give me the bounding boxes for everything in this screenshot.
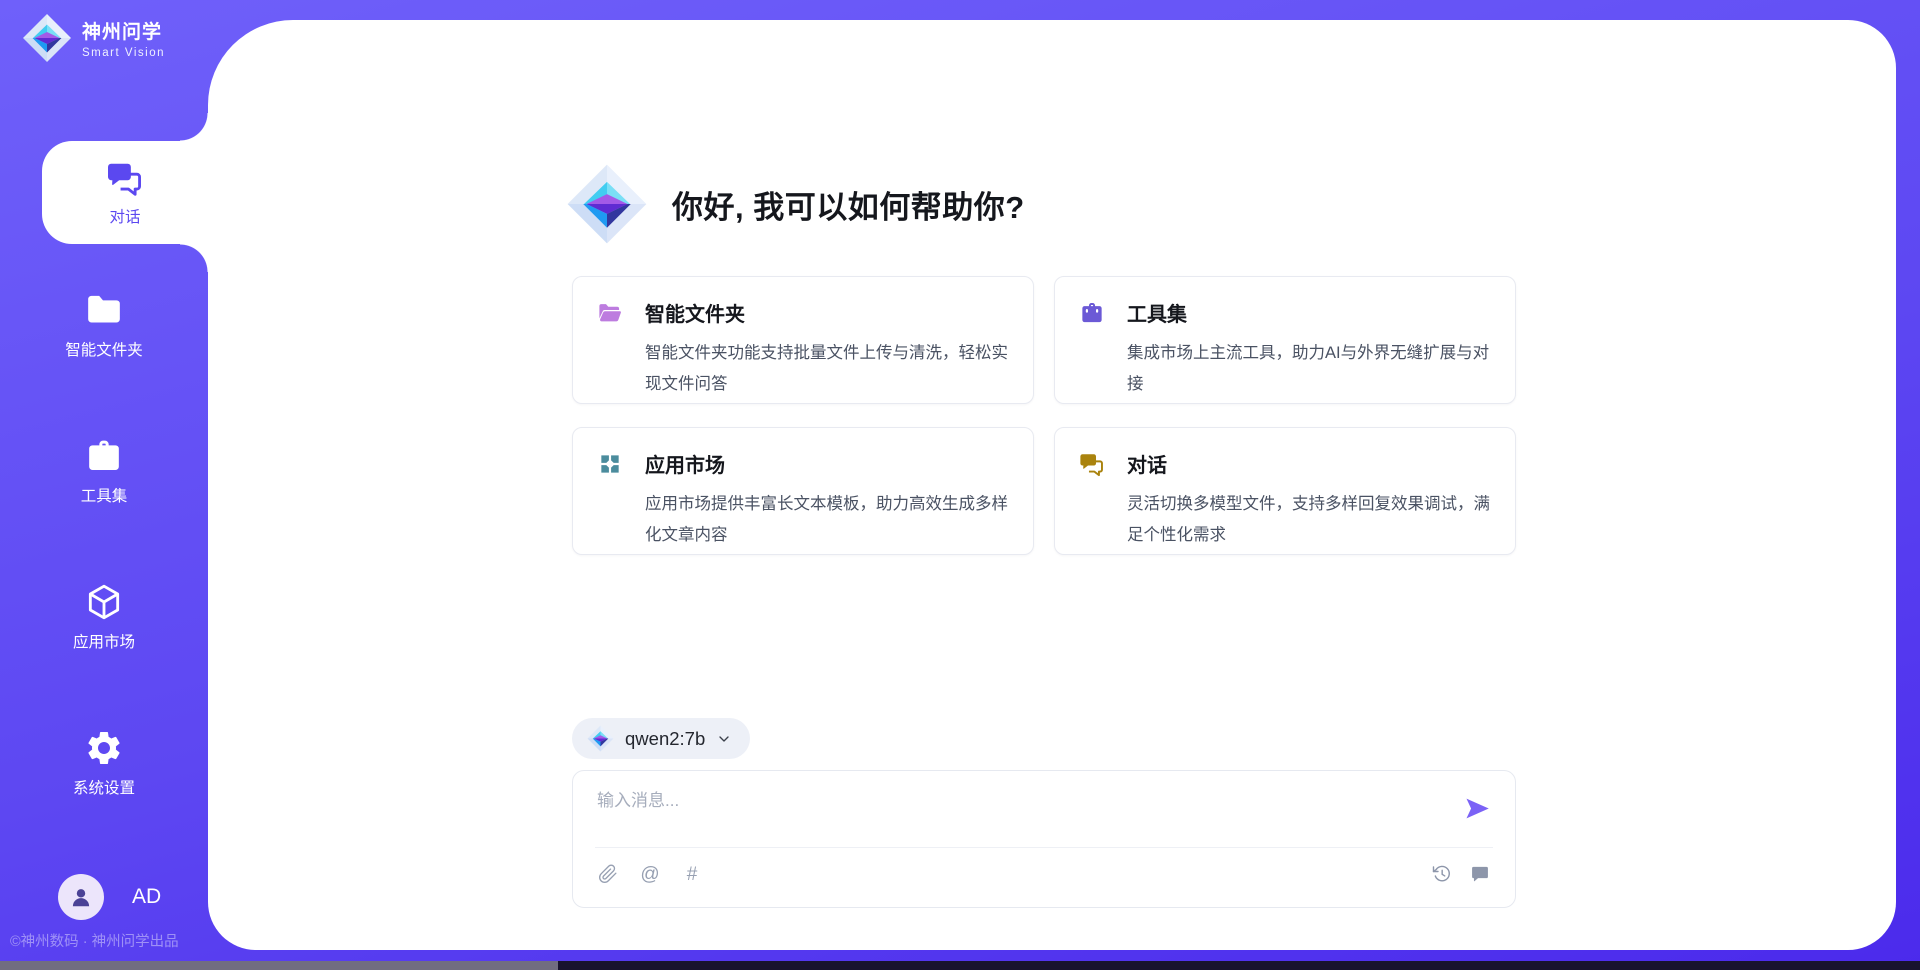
app-logo: 神州问学 Smart Vision [22, 13, 165, 63]
composer-tools-right [1431, 863, 1491, 885]
folder-open-icon [597, 300, 623, 326]
sidebar-item-label: 工具集 [81, 484, 128, 506]
sidebar-item-app-market[interactable]: 应用市场 [0, 582, 208, 652]
topic-button[interactable]: # [681, 863, 703, 885]
scrollbar-thumb[interactable] [0, 961, 558, 970]
main-panel: 你好, 我可以如何帮助你? 智能文件夹 智能文件夹功能支持批量文件上传与清洗，轻… [208, 20, 1896, 950]
sidebar-item-label: 系统设置 [73, 776, 135, 798]
briefcase-icon [84, 436, 124, 476]
horizontal-scrollbar[interactable] [0, 961, 1920, 970]
history-button[interactable] [1431, 863, 1453, 885]
card-title: 工具集 [1127, 298, 1187, 327]
person-icon [68, 884, 94, 910]
sidebar-item-chat[interactable]: 对话 [42, 141, 208, 244]
paperclip-icon [598, 864, 618, 884]
chat-bubble-icon [1470, 864, 1490, 884]
mention-button[interactable]: @ [639, 863, 661, 885]
card-description: 智能文件夹功能支持批量文件上传与清洗，轻松实现文件问答 [645, 338, 1009, 399]
sidebar-item-toolset[interactable]: 工具集 [0, 436, 208, 506]
card-chat[interactable]: 对话 灵活切换多模型文件，支持多样回复效果调试，满足个性化需求 [1054, 427, 1516, 555]
chat-bubbles-icon [106, 159, 144, 197]
gear-icon [84, 728, 124, 768]
message-input[interactable] [597, 785, 1397, 817]
assistant-diamond-icon [566, 163, 648, 245]
app-name: 神州问学 [82, 17, 165, 44]
card-title: 应用市场 [645, 449, 725, 478]
avatar [58, 874, 104, 920]
copyright-text: ©神州数码 · 神州问学出品 [10, 930, 179, 951]
card-toolset[interactable]: 工具集 集成市场上主流工具，助力AI与外界无缝扩展与对接 [1054, 276, 1516, 404]
cube-icon [84, 582, 124, 622]
user-initials: AD [132, 885, 161, 909]
hash-icon: # [687, 865, 698, 884]
composer-divider [595, 847, 1493, 848]
card-title: 智能文件夹 [645, 298, 745, 327]
at-icon: @ [640, 865, 659, 884]
brand-diamond-icon [22, 13, 72, 63]
card-description: 集成市场上主流工具，助力AI与外界无缝扩展与对接 [1127, 338, 1491, 399]
briefcase-icon [1079, 300, 1105, 326]
send-icon [1464, 795, 1491, 822]
composer-tools-left: @ # [597, 863, 703, 885]
sidebar-item-label: 智能文件夹 [65, 338, 143, 360]
card-description: 应用市场提供丰富长文本模板，助力高效生成多样化文章内容 [645, 489, 1009, 550]
history-icon [1432, 864, 1452, 884]
sidebar-item-system-settings[interactable]: 系统设置 [0, 728, 208, 798]
feature-cards: 智能文件夹 智能文件夹功能支持批量文件上传与清洗，轻松实现文件问答 工具集 集成… [572, 276, 1516, 555]
sidebar: 神州问学 Smart Vision 对话 智能文件夹 工具集 应用市场 系统设置… [0, 0, 208, 970]
app-subtitle: Smart Vision [82, 47, 165, 59]
message-composer: @ # [572, 770, 1516, 908]
folder-icon [84, 290, 124, 330]
app-grid-icon [597, 451, 623, 477]
card-smart-folder[interactable]: 智能文件夹 智能文件夹功能支持批量文件上传与清洗，轻松实现文件问答 [572, 276, 1034, 404]
card-title: 对话 [1127, 449, 1167, 478]
chevron-down-icon [716, 731, 732, 747]
sidebar-item-label: 对话 [109, 205, 140, 227]
greeting-block: 你好, 我可以如何帮助你? [566, 163, 1025, 245]
greeting-text: 你好, 我可以如何帮助你? [672, 182, 1025, 227]
model-name: qwen2:7b [625, 728, 705, 750]
sidebar-item-smart-folder[interactable]: 智能文件夹 [0, 290, 208, 360]
new-chat-button[interactable] [1469, 863, 1491, 885]
model-selector[interactable]: qwen2:7b [572, 718, 750, 759]
sidebar-item-label: 应用市场 [73, 630, 135, 652]
send-button[interactable] [1464, 795, 1491, 822]
card-description: 灵活切换多模型文件，支持多样回复效果调试，满足个性化需求 [1127, 489, 1491, 550]
chat-bubbles-icon [1079, 451, 1105, 477]
user-menu[interactable]: AD [58, 874, 161, 920]
card-app-market[interactable]: 应用市场 应用市场提供丰富长文本模板，助力高效生成多样化文章内容 [572, 427, 1034, 555]
model-diamond-icon [587, 725, 614, 752]
attach-file-button[interactable] [597, 863, 619, 885]
